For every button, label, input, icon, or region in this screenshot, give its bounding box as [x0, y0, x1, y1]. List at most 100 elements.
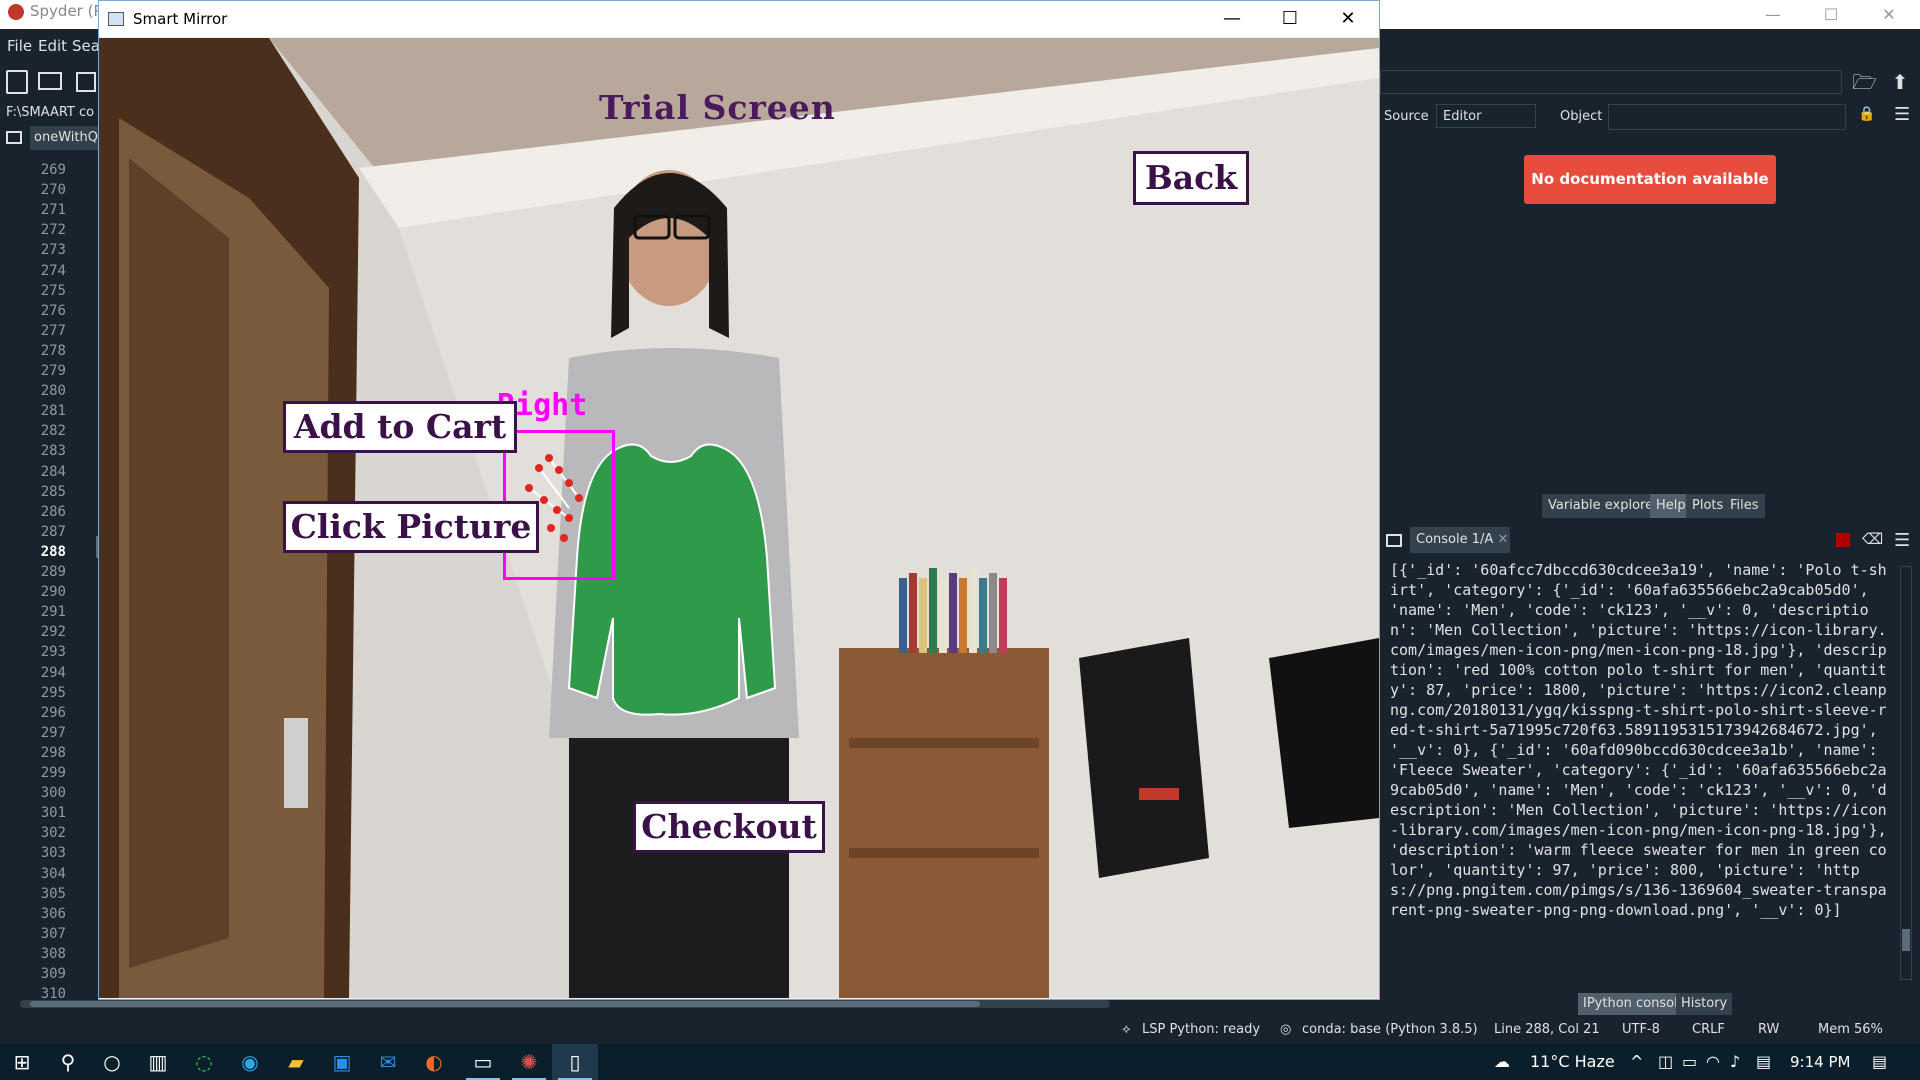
tab-files[interactable]: Files — [1724, 494, 1765, 518]
line-number: 286 — [40, 503, 66, 520]
trial-screen-title: Trial Screen — [599, 88, 836, 127]
close-button[interactable]: ✕ — [1319, 4, 1377, 34]
mail-icon[interactable]: ✉ — [374, 1048, 402, 1076]
taskbar-spyder-app[interactable]: ✺ — [506, 1044, 552, 1080]
file-explorer-icon[interactable]: ▰ — [282, 1048, 310, 1076]
task-view-icon[interactable]: ▥ — [144, 1048, 172, 1076]
scrollbar-thumb[interactable] — [30, 1001, 980, 1007]
tab-plots[interactable]: Plots — [1686, 494, 1730, 518]
source-combo[interactable]: Editor — [1436, 104, 1536, 128]
browse-folder-icon[interactable]: 🗁 — [1852, 70, 1877, 94]
stop-icon[interactable] — [1836, 533, 1850, 547]
app-orange-icon[interactable]: ◐ — [420, 1048, 448, 1076]
windows-start-icon[interactable]: ⊞ — [8, 1048, 36, 1076]
tray-volume-icon[interactable]: ♪ — [1730, 1052, 1740, 1071]
new-file-icon[interactable] — [6, 70, 28, 94]
line-number: 272 — [40, 222, 66, 239]
no-documentation-banner: No documentation available — [1524, 155, 1776, 204]
status-eol: CRLF — [1692, 1022, 1725, 1037]
close-tab-icon[interactable]: ✕ — [1497, 532, 1508, 547]
tray-chevron-up-icon[interactable]: ^ — [1630, 1052, 1643, 1071]
console-menu-icon[interactable]: ☰ — [1894, 530, 1912, 551]
click-picture-button[interactable]: Click Picture — [283, 501, 539, 553]
smart-mirror-app-icon — [108, 12, 124, 26]
line-number: 279 — [40, 363, 66, 379]
weather-icon[interactable]: ☁ — [1494, 1052, 1510, 1071]
checkout-button[interactable]: Checkout — [633, 801, 825, 853]
line-number: 274 — [40, 262, 66, 279]
cortana-icon[interactable]: ○ — [98, 1048, 126, 1076]
spyder-minimize-button[interactable]: — — [1744, 0, 1802, 29]
taskbar-smart-mirror-app[interactable]: ▯ — [552, 1044, 598, 1080]
smart-mirror-window-title: Smart Mirror — [133, 10, 228, 28]
line-number: 309 — [40, 966, 66, 982]
line-number: 283 — [40, 443, 66, 460]
person-pants — [569, 738, 789, 998]
editor-horizontal-scrollbar[interactable] — [20, 1000, 1110, 1008]
console-vertical-scrollbar[interactable] — [1900, 566, 1912, 980]
line-number: 292 — [40, 624, 66, 641]
tab-history[interactable]: History — [1676, 993, 1733, 1015]
maximize-button[interactable]: ☐ — [1261, 4, 1319, 34]
cpu-tower — [1079, 638, 1209, 878]
search-icon[interactable]: ⚲ — [54, 1048, 82, 1076]
line-number: 270 — [40, 182, 66, 199]
menu-edit[interactable]: Edit — [38, 37, 67, 55]
parent-directory-icon[interactable]: ⬆ — [1888, 70, 1912, 94]
menu-file[interactable]: File — [7, 37, 32, 55]
back-button[interactable]: Back — [1133, 151, 1249, 205]
notification-icon[interactable]: ▤ — [1872, 1052, 1887, 1071]
tray-battery-icon[interactable]: ▭ — [1682, 1052, 1697, 1071]
line-number: 296 — [40, 704, 66, 721]
status-conda-icon: ◎ — [1280, 1022, 1292, 1037]
line-number: 271 — [40, 202, 66, 219]
spyder-maximize-button[interactable]: ☐ — [1802, 0, 1860, 29]
lock-icon[interactable]: 🔒 — [1858, 106, 1875, 124]
window-app-icon: ▯ — [569, 1050, 581, 1074]
right-pane-toolbar — [1380, 29, 1920, 63]
object-label: Object — [1560, 109, 1603, 124]
taskbar-terminal-app[interactable]: ▭ — [460, 1044, 506, 1080]
spyder-close-button[interactable]: ✕ — [1860, 0, 1918, 29]
app-refresh-icon[interactable]: ◌ — [190, 1048, 218, 1076]
open-folder-icon[interactable] — [38, 72, 62, 90]
status-lsp-icon: ⟡ — [1122, 1022, 1131, 1037]
tab-ipython-console[interactable]: IPython console — [1578, 993, 1691, 1015]
tray-keyboard-icon[interactable]: ▤ — [1756, 1052, 1771, 1071]
status-position: Line 288, Col 21 — [1494, 1022, 1600, 1037]
editor-tab-onewithqr[interactable]: oneWithQR — [30, 126, 107, 150]
tray-meet-icon[interactable]: ◫ — [1658, 1052, 1673, 1071]
menu-search[interactable]: Sea — [72, 37, 100, 55]
line-number: 297 — [40, 724, 66, 741]
console-output[interactable]: [{'_id': '60afcc7dbccd630cdcee3a19', 'na… — [1390, 560, 1890, 960]
spyder-logo-icon — [8, 4, 24, 20]
object-input[interactable] — [1608, 104, 1846, 130]
tab-console-1a[interactable]: Console 1/A ✕ — [1410, 527, 1510, 553]
working-directory-field[interactable] — [1380, 70, 1842, 94]
line-number: 294 — [40, 664, 66, 681]
line-number: 304 — [40, 865, 66, 882]
code-editor[interactable] — [66, 152, 100, 1000]
pane-menu-icon[interactable]: ☰ — [1894, 104, 1912, 125]
eraser-icon[interactable]: ⌫ — [1862, 530, 1883, 548]
line-number: 278 — [40, 342, 66, 359]
smart-mirror-titlebar[interactable] — [99, 1, 1379, 37]
save-icon[interactable] — [76, 72, 96, 92]
add-to-cart-button[interactable]: Add to Cart — [283, 401, 517, 453]
console-tab-label: Console 1/A — [1416, 532, 1494, 547]
edge-browser-icon[interactable]: ◉ — [236, 1048, 264, 1076]
clock-time[interactable]: 9:14 PM — [1790, 1053, 1850, 1071]
line-number: 299 — [40, 765, 66, 781]
line-number: 276 — [40, 302, 66, 319]
minimize-button[interactable]: — — [1203, 4, 1261, 34]
line-number: 302 — [40, 825, 66, 842]
tab-variable-explorer[interactable]: Variable explorer — [1542, 494, 1665, 518]
scrollbar-thumb[interactable] — [1902, 929, 1910, 951]
browse-tabs-icon[interactable] — [6, 131, 22, 144]
tray-wifi-icon[interactable]: ◠ — [1706, 1052, 1720, 1071]
weather-text[interactable]: 11°C Haze — [1530, 1052, 1615, 1071]
store-icon[interactable]: ▣ — [328, 1048, 356, 1076]
door-handle — [284, 718, 308, 808]
console-browse-icon[interactable] — [1386, 534, 1402, 547]
source-label: Source — [1384, 109, 1429, 124]
